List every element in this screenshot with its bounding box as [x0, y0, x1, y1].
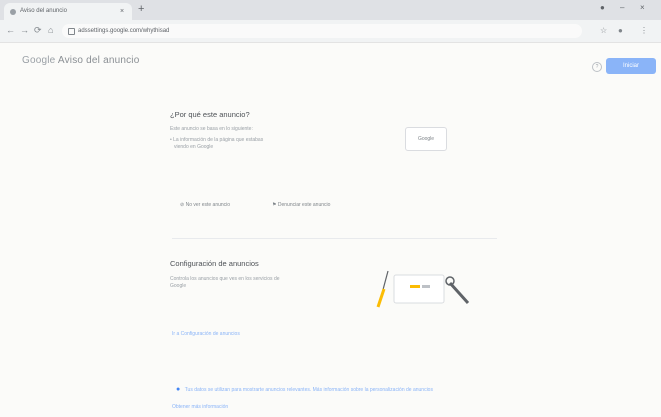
settings-illustration	[376, 270, 470, 308]
page-title: Aviso del anuncio	[57, 55, 140, 66]
forward-icon[interactable]: →	[20, 25, 29, 35]
home-icon[interactable]: ⌂	[48, 25, 53, 35]
privacy-info: ● Tus datos se utilizan para mostrarte a…	[176, 378, 506, 396]
why-heading: ¿Por qué este anuncio?	[170, 110, 250, 119]
new-tab-button[interactable]: +	[138, 3, 144, 15]
why-this-ad-section: ¿Por qué este anuncio? Este anuncio se b…	[170, 110, 500, 151]
google-logo: Google	[22, 55, 56, 66]
ad-settings-link[interactable]: Ir a Configuración de anuncios	[172, 331, 240, 337]
tab-close-icon[interactable]: ×	[120, 3, 124, 20]
info-icon: ●	[176, 386, 181, 393]
close-window-button[interactable]: ×	[640, 3, 645, 12]
why-line-2: • La información de la página que estaba…	[170, 137, 264, 143]
why-line-3: viendo en Google	[174, 144, 214, 150]
lock-icon	[68, 28, 75, 35]
app-logo-title: Google Aviso del anuncio	[22, 55, 140, 66]
url-text: adssettings.google.com/whythisad	[78, 28, 170, 34]
url-field[interactable]: adssettings.google.com/whythisad	[62, 24, 582, 38]
section-divider	[172, 238, 497, 239]
help-icon[interactable]: ?	[592, 62, 602, 72]
favicon-icon	[10, 9, 16, 15]
browser-tab[interactable]: Aviso del anuncio ×	[4, 3, 132, 20]
back-icon[interactable]: ←	[6, 25, 15, 35]
star-icon[interactable]: ☆	[600, 26, 607, 35]
tab-title: Aviso del anuncio	[20, 8, 67, 14]
address-bar-row: ← → ⟳ ⌂ adssettings.google.com/whythisad…	[0, 20, 661, 43]
app-header: Google Aviso del anuncio ? Iniciar	[0, 44, 661, 84]
tab-strip: Aviso del anuncio × + ● – ×	[0, 0, 661, 20]
minimize-button[interactable]: –	[620, 3, 624, 12]
menu-icon[interactable]: ⋮	[640, 26, 648, 35]
why-line-1: Este anuncio se basa en lo siguiente:	[170, 126, 253, 132]
window-dot-icon[interactable]: ●	[600, 3, 605, 12]
reload-icon[interactable]: ⟳	[34, 25, 42, 36]
ad-preview-box: Google	[405, 127, 447, 151]
learn-more-link[interactable]: Obtener más información	[172, 404, 228, 410]
profile-icon[interactable]: ●	[618, 26, 623, 35]
privacy-info-text[interactable]: Tus datos se utilizan para mostrarte anu…	[185, 387, 433, 393]
signin-button[interactable]: Iniciar	[606, 58, 656, 74]
report-ad-button[interactable]: ⚑ Denunciar este anuncio	[272, 202, 330, 208]
hide-ad-button[interactable]: ⊘ No ver este anuncio	[180, 202, 230, 208]
